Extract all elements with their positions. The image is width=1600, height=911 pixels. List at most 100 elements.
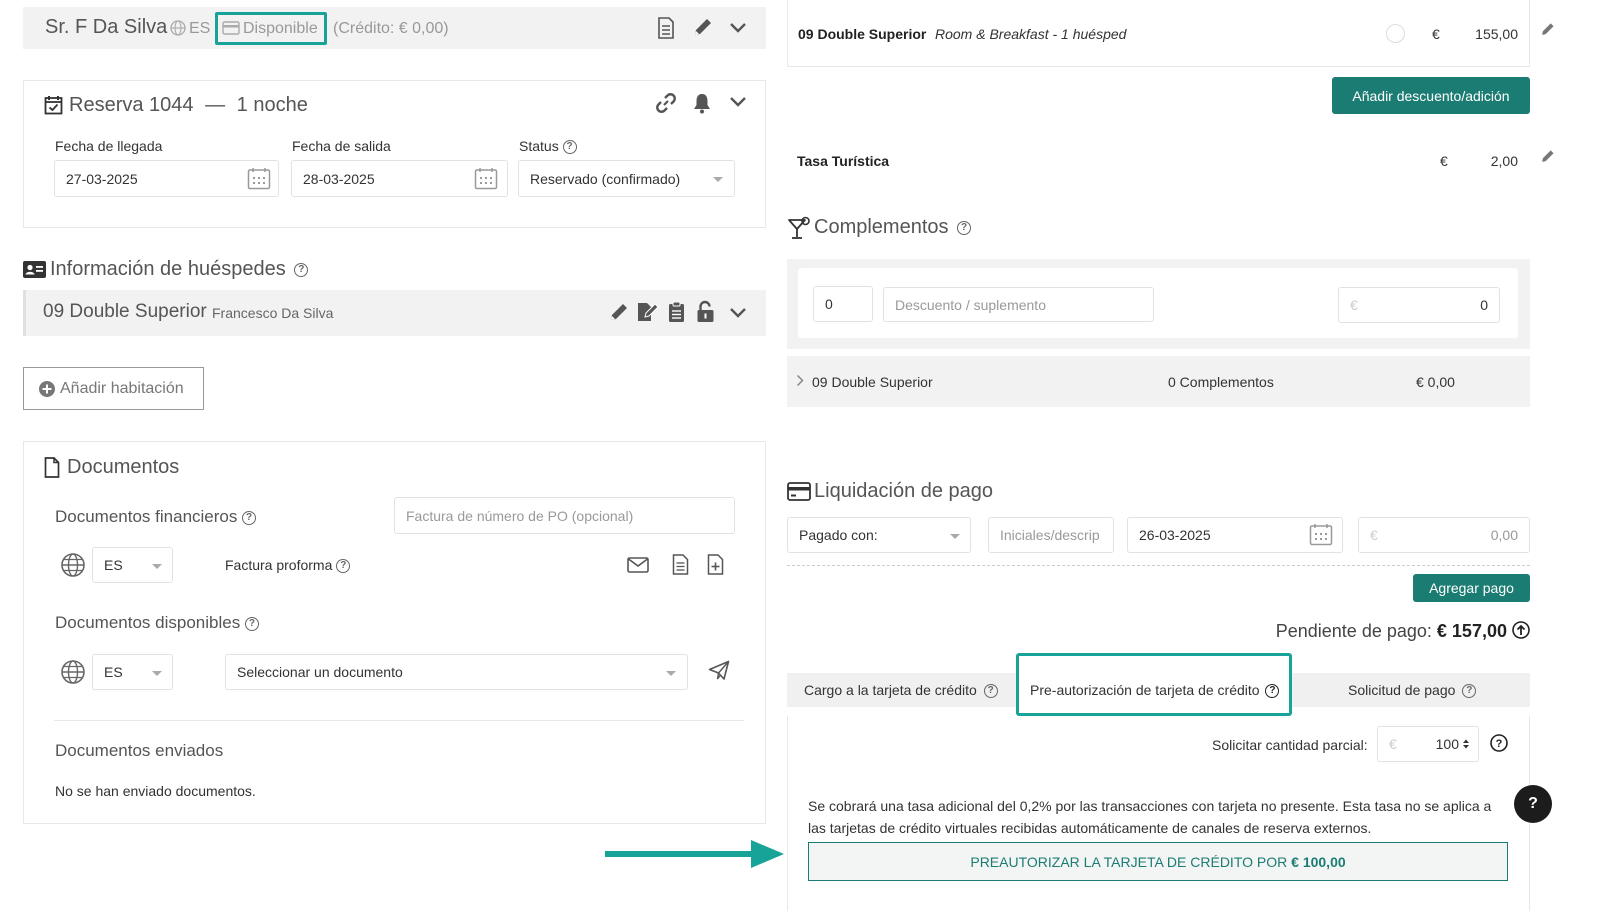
globe-icon (170, 20, 186, 36)
tax-label: Tasa Turística (797, 153, 890, 169)
add-discount-button[interactable]: Añadir descuento/adición (1332, 77, 1530, 114)
chevron-down-icon[interactable] (729, 307, 747, 319)
help-icon[interactable]: ? (983, 684, 998, 699)
addon-desc-input[interactable]: Descuento / suplemento (883, 287, 1154, 322)
globe-icon (61, 660, 85, 684)
addon-amount-input[interactable]: € 0 (1338, 287, 1500, 323)
no-sent-docs: No se han enviado documentos. (55, 783, 256, 799)
help-icon[interactable]: ? (1265, 684, 1280, 699)
document-icon[interactable] (672, 554, 689, 575)
send-icon[interactable] (708, 660, 730, 681)
plus-circle-icon (39, 380, 55, 397)
cocktail-icon (788, 216, 810, 239)
guest-status: Disponible (243, 20, 318, 37)
status-label: Status ? (519, 138, 577, 155)
guest-lang: ES (189, 20, 211, 37)
arrival-date-input[interactable]: 27-03-2025 (54, 160, 279, 197)
file-plus-icon[interactable] (707, 554, 724, 575)
help-icon[interactable]: ? (562, 140, 577, 155)
signature-icon[interactable] (636, 301, 659, 323)
help-circle-icon[interactable]: ? (1490, 734, 1508, 752)
chevron-down-icon (152, 671, 162, 676)
chevron-down-icon (152, 564, 162, 569)
help-icon[interactable]: ? (294, 262, 309, 277)
rate-radio[interactable] (1386, 24, 1405, 43)
guests-title: Información de huéspedes ? (50, 258, 309, 281)
chevron-down-icon[interactable] (729, 22, 747, 34)
status-select[interactable]: Reservado (confirmado) (518, 160, 735, 197)
dashed-divider (787, 565, 1530, 566)
stepper-icon[interactable] (1462, 738, 1470, 750)
addon-row-room: 09 Double Superior (812, 374, 933, 390)
help-icon[interactable]: ? (244, 616, 259, 631)
help-icon[interactable]: ? (1462, 684, 1477, 699)
calendar-icon[interactable] (474, 167, 498, 190)
chevron-right-icon[interactable] (796, 374, 804, 387)
tab-charge-label: Cargo a la tarjeta de crédito (804, 682, 977, 698)
credit-card-icon (222, 21, 240, 35)
departure-label: Fecha de salida (292, 138, 391, 154)
partial-value: 100 (1435, 736, 1459, 752)
tab-request-label: Solicitud de pago (1348, 682, 1456, 698)
add-payment-button[interactable]: Agregar pago (1413, 574, 1530, 602)
documents-title: Documentos (67, 456, 180, 478)
tax-amount: 2,00 (1490, 153, 1518, 169)
pencil-icon[interactable] (608, 302, 629, 323)
partial-euro: € (1389, 736, 1397, 752)
reservation-number: Reserva 1044 (69, 94, 194, 116)
addon-amount: 0 (1480, 297, 1488, 313)
chevron-down-icon (950, 534, 960, 539)
help-icon[interactable]: ? (957, 220, 972, 235)
partial-amount-input[interactable]: € 100 (1377, 726, 1479, 762)
financial-docs-label: Documentos financieros ? (55, 507, 257, 527)
arrow-up-circle-icon[interactable] (1512, 621, 1530, 639)
link-icon[interactable] (655, 92, 677, 114)
addon-row-count: 0 Complementos (1168, 374, 1274, 390)
help-icon[interactable]: ? (336, 559, 351, 574)
chevron-down-icon[interactable] (729, 96, 747, 108)
po-number-input[interactable]: Factura de número de PO (opcional) (394, 497, 735, 534)
svg-text:?: ? (1496, 738, 1503, 750)
unlock-icon[interactable] (696, 300, 715, 323)
payment-amount-input[interactable]: € 0,00 (1358, 517, 1530, 553)
tax-currency: € (1440, 153, 1448, 169)
arrow-right-icon (605, 840, 784, 868)
pencil-icon[interactable] (1540, 149, 1555, 164)
initials-input[interactable]: Iniciales/descrip (988, 517, 1114, 553)
preauth-button[interactable]: PREAUTORIZAR LA TARJETA DE CRÉDITO POR €… (808, 842, 1508, 881)
paid-with-select[interactable]: Pagado con: (787, 517, 971, 553)
guest-full-name: Francesco Da Silva (212, 305, 334, 321)
rate-room: 09 Double Superior (798, 26, 927, 42)
help-icon[interactable]: ? (242, 510, 257, 525)
globe-icon (61, 553, 85, 577)
bell-icon[interactable] (692, 92, 712, 114)
tab-request[interactable]: Solicitud de pago ? (1348, 682, 1477, 699)
document-icon[interactable] (657, 17, 675, 39)
add-room-label: Añadir habitación (60, 379, 184, 397)
sent-docs-label: Documentos enviados (55, 741, 224, 760)
calendar-icon[interactable] (247, 167, 271, 190)
pencil-icon[interactable] (692, 17, 713, 38)
calendar-check-icon (44, 96, 63, 115)
payment-title: Liquidación de pago (814, 480, 994, 502)
payment-amount: 0,00 (1490, 527, 1518, 543)
reservation-separator: — (205, 94, 226, 116)
tab-charge[interactable]: Cargo a la tarjeta de crédito ? (804, 682, 998, 699)
status-label-text: Status (519, 138, 559, 154)
select-document[interactable]: Seleccionar un documento (225, 654, 688, 690)
clipboard-icon[interactable] (668, 301, 685, 323)
guest-credit: (Crédito: € 0,00) (333, 20, 449, 37)
calendar-icon[interactable] (1309, 523, 1333, 546)
help-bubble-button[interactable]: ? (1514, 785, 1552, 823)
tab-preauth-text: Pre-autorización de tarjeta de crédito ? (1030, 682, 1280, 699)
payment-euro: € (1370, 527, 1378, 543)
pending-label: Pendiente de pago: (1275, 621, 1432, 641)
pencil-icon[interactable] (1540, 22, 1555, 37)
envelope-icon[interactable] (627, 557, 649, 573)
partial-amount-label: Solicitar cantidad parcial: (1212, 737, 1368, 753)
addon-qty-input[interactable]: 0 (813, 286, 873, 322)
tab-preauth-label: Pre-autorización de tarjeta de crédito (1030, 682, 1260, 698)
add-room-button[interactable]: Añadir habitación (23, 367, 204, 410)
help-bubble-glyph: ? (1528, 795, 1538, 812)
fee-note: Se cobrará una tasa adicional del 0,2% p… (808, 798, 1492, 836)
